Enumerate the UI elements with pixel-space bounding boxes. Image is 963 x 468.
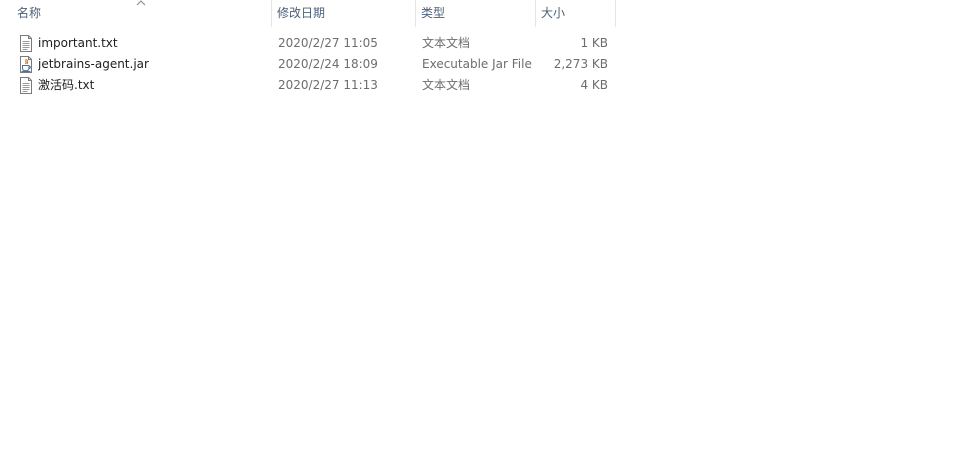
file-size: 1 KB — [580, 36, 608, 50]
file-type: 文本文档 — [422, 36, 471, 50]
column-header-size[interactable]: 大小 — [535, 0, 616, 27]
file-rows: important.txt 2020/2/27 11:05 文本文档 1 KB … — [0, 33, 616, 96]
column-header-type[interactable]: 类型 — [415, 0, 535, 27]
file-name[interactable]: jetbrains-agent.jar — [38, 54, 268, 75]
text-file-icon — [18, 35, 34, 52]
file-modified-date: 2020/2/24 18:09 — [278, 57, 378, 71]
file-row[interactable]: jetbrains-agent.jar 2020/2/24 18:09 Exec… — [0, 54, 616, 75]
file-modified-date: 2020/2/27 11:05 — [278, 36, 378, 50]
file-modified-date: 2020/2/27 11:13 — [278, 78, 378, 92]
file-name[interactable]: important.txt — [38, 33, 268, 54]
text-file-icon — [18, 77, 34, 94]
file-name[interactable]: 激活码.txt — [38, 75, 268, 96]
java-jar-icon — [18, 56, 34, 73]
file-row[interactable]: important.txt 2020/2/27 11:05 文本文档 1 KB — [0, 33, 616, 54]
file-type: Executable Jar File — [422, 57, 532, 71]
column-header: 名称 修改日期 类型 大小 — [0, 0, 616, 27]
column-header-date-modified[interactable]: 修改日期 — [271, 0, 415, 27]
column-header-name[interactable]: 名称 — [11, 0, 271, 27]
file-list-view: 名称 修改日期 类型 大小 important.txt 2020/2/27 11… — [0, 0, 963, 468]
file-size: 4 KB — [580, 78, 608, 92]
file-size: 2,273 KB — [553, 57, 608, 71]
file-row[interactable]: 激活码.txt 2020/2/27 11:13 文本文档 4 KB — [0, 75, 616, 96]
file-type: 文本文档 — [422, 78, 471, 92]
column-divider[interactable] — [615, 0, 616, 27]
